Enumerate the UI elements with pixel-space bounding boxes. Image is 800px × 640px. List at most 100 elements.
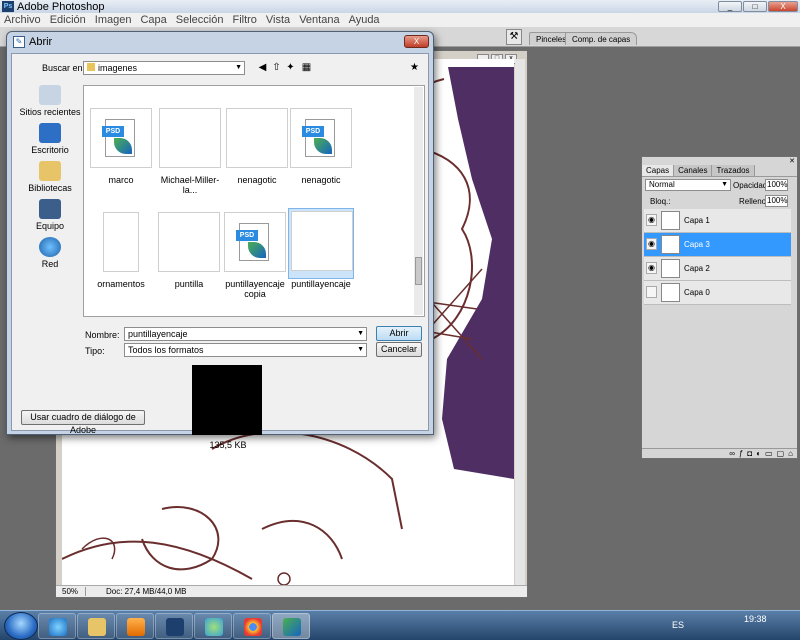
file-thumbnail: PSD [224, 212, 286, 272]
eye-icon[interactable]: ◉ [646, 262, 657, 274]
file-list-scrollbar[interactable] [414, 87, 423, 315]
file-name: marco [108, 175, 134, 185]
minimize-button[interactable]: _ [718, 1, 742, 12]
start-button[interactable] [4, 612, 38, 640]
layer-row-capa-2[interactable]: ◉ Capa 2 [644, 257, 791, 281]
taskbar-media-player[interactable] [116, 613, 154, 639]
file-name-input[interactable]: puntillayencaje ▼ [124, 327, 367, 341]
taskbar-messenger[interactable] [194, 613, 232, 639]
eye-icon[interactable]: ◉ [646, 238, 657, 250]
folder-icon [87, 63, 95, 71]
zoom-level[interactable]: 50% [56, 587, 86, 596]
place-equipo[interactable]: Equipo [17, 199, 83, 231]
file-item-ornamentos[interactable]: ornamentos [88, 210, 154, 289]
file-type-select[interactable]: Todos los formatos ▼ [124, 343, 367, 357]
file-name: Michael-Miller-la... [160, 175, 220, 195]
menu-capa[interactable]: Capa [136, 14, 171, 26]
taskbar-ie[interactable] [38, 613, 76, 639]
taskbar-photoshop[interactable] [155, 613, 193, 639]
menu-ventana[interactable]: Ventana [295, 14, 344, 26]
file-name: puntilla [174, 279, 204, 289]
cancel-button[interactable]: Cancelar [376, 342, 422, 357]
menu-vista[interactable]: Vista [262, 14, 295, 26]
file-thumbnail [291, 211, 353, 271]
name-label: Nombre: [85, 330, 120, 340]
adjustment-layer-icon[interactable]: ◐ [756, 449, 765, 458]
new-folder-star-icon[interactable]: ★ [408, 61, 421, 74]
link-layers-icon[interactable]: ∞ [729, 449, 739, 458]
eye-hidden-icon[interactable]: ◉ [646, 286, 657, 298]
place-escritorio[interactable]: Escritorio [17, 123, 83, 155]
place-label: Escritorio [31, 145, 69, 155]
tab-trazados[interactable]: Trazados [712, 165, 755, 176]
ie-icon [49, 618, 67, 636]
place-bibliotecas[interactable]: Bibliotecas [17, 161, 83, 193]
layer-name: Capa 1 [684, 216, 710, 225]
menu-filtro[interactable]: Filtro [228, 14, 261, 26]
tab-canales[interactable]: Canales [674, 165, 713, 176]
app-title: Adobe Photoshop [17, 0, 105, 13]
menu-imagen[interactable]: Imagen [91, 14, 137, 26]
tab-capas[interactable]: Capas [642, 165, 675, 176]
trash-icon[interactable]: ⌂ [788, 449, 797, 458]
fill-input[interactable]: 100% [765, 195, 788, 207]
scrollbar-thumb[interactable] [415, 257, 422, 285]
document-status-bar: 50% Doc: 27,4 MB/44,0 MB [56, 585, 527, 597]
fill-label: Relleno: [739, 197, 769, 206]
network-globe-icon [39, 237, 61, 257]
new-folder-icon[interactable]: ✦ [284, 61, 297, 74]
layer-row-capa-1[interactable]: ◉ Capa 1 [644, 209, 791, 233]
layer-row-capa-0[interactable]: ◉ Capa 0 [644, 281, 791, 305]
view-menu-icon[interactable]: ▦ [300, 61, 313, 74]
file-item-nenagotic-png[interactable]: nenagotic [224, 106, 290, 185]
use-adobe-dialog-button[interactable]: Usar cuadro de diálogo de Adobe [21, 410, 145, 435]
new-group-icon[interactable]: ▭ [765, 449, 777, 458]
psd-file-icon: PSD [102, 119, 135, 157]
blend-mode-select[interactable]: Normal ▼ [645, 179, 731, 191]
taskbar-chrome[interactable] [233, 613, 271, 639]
well-tab-comp-capas[interactable]: Comp. de capas [565, 32, 638, 45]
place-label: Red [41, 259, 59, 269]
dialog-body: Buscar en: imagenes ▼ ◀ ⇧ ✦ ▦ ★ Sitios r… [11, 53, 429, 450]
layer-mask-icon[interactable]: ◘ [747, 449, 756, 458]
taskbar-active-app[interactable] [272, 613, 310, 639]
canvas-vertical-scrollbar[interactable] [515, 59, 525, 587]
panel-close-icon[interactable]: ✕ [789, 157, 795, 165]
place-recientes[interactable]: Sitios recientes [17, 85, 83, 117]
file-item-nenagotic-psd[interactable]: PSD nenagotic [288, 106, 354, 185]
file-item-puntillayencaje[interactable]: puntillayencaje [288, 208, 354, 289]
dialog-close-button[interactable]: X [404, 35, 429, 48]
eye-icon[interactable]: ◉ [646, 214, 657, 226]
chevron-down-icon: ▼ [357, 346, 364, 353]
file-item-puntilla[interactable]: puntilla [156, 210, 222, 289]
window-controls: _ □ X [718, 1, 798, 12]
new-layer-icon[interactable]: ▢ [777, 449, 789, 458]
menu-edicion[interactable]: Edición [46, 14, 91, 26]
place-red[interactable]: Red [17, 237, 83, 269]
dialog-title: Abrir [29, 36, 53, 48]
open-button[interactable]: Abrir [376, 326, 422, 341]
maximize-button[interactable]: □ [743, 1, 767, 12]
menu-ayuda[interactable]: Ayuda [345, 14, 385, 26]
look-in-value: imagenes [98, 63, 138, 73]
language-indicator[interactable]: ES [672, 620, 684, 630]
up-folder-icon[interactable]: ⇧ [270, 61, 283, 74]
file-name-value: puntillayencaje [128, 329, 188, 339]
file-item-marco[interactable]: PSD marco [88, 106, 154, 185]
app-titlebar: Ps Adobe Photoshop _ □ X [0, 0, 800, 13]
file-item-puntillayencaje-copia[interactable]: PSD puntillayencaje copia [222, 210, 288, 299]
file-name: nenagotic [301, 175, 341, 185]
back-icon[interactable]: ◀ [256, 61, 269, 74]
system-clock[interactable]: 19:38 [744, 614, 767, 625]
menu-archivo[interactable]: Archivo [0, 14, 46, 26]
psd-file-icon: PSD [236, 223, 269, 261]
opacity-input[interactable]: 100% [765, 179, 788, 191]
taskbar-explorer[interactable] [77, 613, 115, 639]
tool-preset-icon[interactable]: ⚒ [506, 29, 522, 45]
look-in-label: Buscar en: [42, 63, 86, 73]
close-button[interactable]: X [768, 1, 798, 12]
file-item-michael-miller[interactable]: Michael-Miller-la... [154, 106, 226, 195]
layer-row-capa-3[interactable]: ◉ Capa 3 [644, 233, 791, 257]
menu-seleccion[interactable]: Selección [172, 14, 229, 26]
look-in-select[interactable]: imagenes ▼ [83, 61, 245, 75]
